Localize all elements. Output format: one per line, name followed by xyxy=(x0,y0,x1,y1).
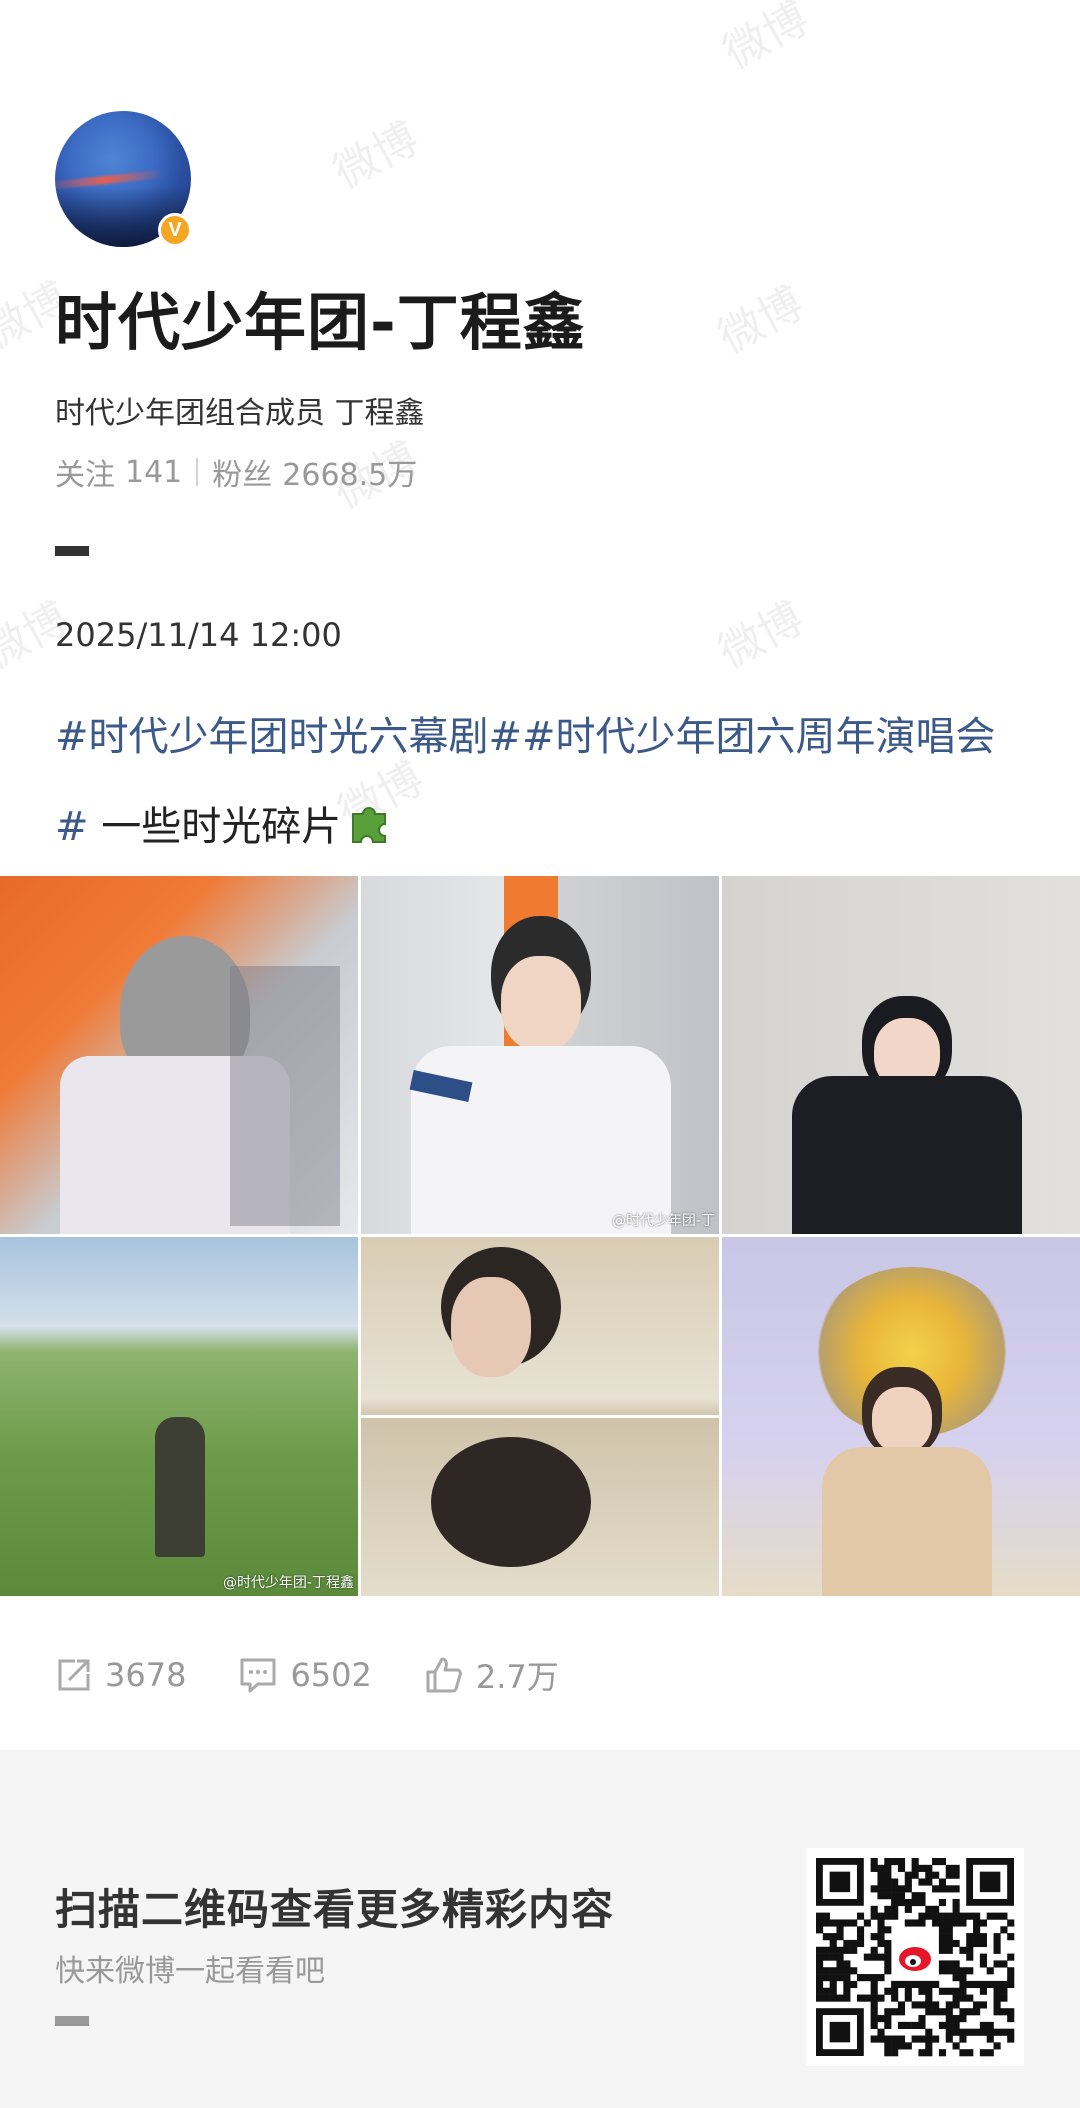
repost-count: 3678 xyxy=(105,1656,187,1694)
repost-button[interactable]: 3678 xyxy=(55,1656,186,1694)
profile-stats: 关注 141 粉丝 2668.5万 xyxy=(55,450,417,494)
post-date: 2025/11/14 12:00 xyxy=(55,616,342,654)
post-text: #时代少年团时光六幕剧##时代少年团六周年演唱会# 一些时光碎片 xyxy=(55,692,1015,872)
post-image-grid: @时代少年团-丁 @时代少年团-丁程鑫 xyxy=(0,876,1080,1596)
qr-code-icon xyxy=(816,1858,1015,2057)
comment-button[interactable]: 6502 xyxy=(238,1656,372,1694)
watermark: 微博 xyxy=(325,112,427,200)
section-divider xyxy=(55,546,89,556)
profile-name[interactable]: 时代少年团-丁程鑫 xyxy=(55,272,586,362)
puzzle-icon xyxy=(347,788,393,843)
like-count: 2.7万 xyxy=(475,1658,559,1696)
post-image[interactable] xyxy=(361,1237,719,1596)
post-body: 一些时光碎片 xyxy=(88,804,342,850)
watermark: 微博 xyxy=(710,277,812,365)
footer-subtitle: 快来微博一起看看吧 xyxy=(55,1954,325,1989)
post-image[interactable]: @时代少年团-丁 xyxy=(361,876,719,1234)
profile-description: 时代少年团组合成员 丁程鑫 xyxy=(55,396,425,431)
following-count[interactable]: 141 xyxy=(125,455,182,490)
post-image[interactable] xyxy=(722,876,1080,1234)
post-image[interactable] xyxy=(0,876,358,1234)
footer-panel: 扫描二维码查看更多精彩内容 快来微博一起看看吧 xyxy=(0,1750,1080,2108)
image-caption: @时代少年团-丁 xyxy=(611,1213,715,1229)
footer-divider xyxy=(55,2016,89,2026)
qr-code[interactable] xyxy=(806,1848,1024,2066)
footer-title: 扫描二维码查看更多精彩内容 xyxy=(55,1885,615,1934)
hashtag-link[interactable]: #时代少年团时光六幕剧# xyxy=(55,714,522,760)
watermark: 微博 xyxy=(715,0,817,80)
action-bar: 3678 6502 2.7万 xyxy=(55,1652,611,1698)
comment-count: 6502 xyxy=(290,1656,372,1694)
like-button[interactable]: 2.7万 xyxy=(424,1652,559,1698)
thumbs-up-icon xyxy=(426,1657,462,1693)
stats-divider xyxy=(196,458,199,486)
post-image[interactable] xyxy=(722,1237,1080,1596)
following-label[interactable]: 关注 xyxy=(55,450,115,494)
verified-badge: V xyxy=(158,213,192,247)
image-caption: @时代少年团-丁程鑫 xyxy=(222,1575,354,1591)
watermark: 微博 xyxy=(710,592,812,680)
post-image[interactable]: @时代少年团-丁程鑫 xyxy=(0,1237,358,1596)
share-icon xyxy=(58,1659,90,1691)
followers-label[interactable]: 粉丝 xyxy=(212,450,272,494)
followers-count[interactable]: 2668.5万 xyxy=(282,450,417,494)
comment-icon xyxy=(240,1658,276,1693)
